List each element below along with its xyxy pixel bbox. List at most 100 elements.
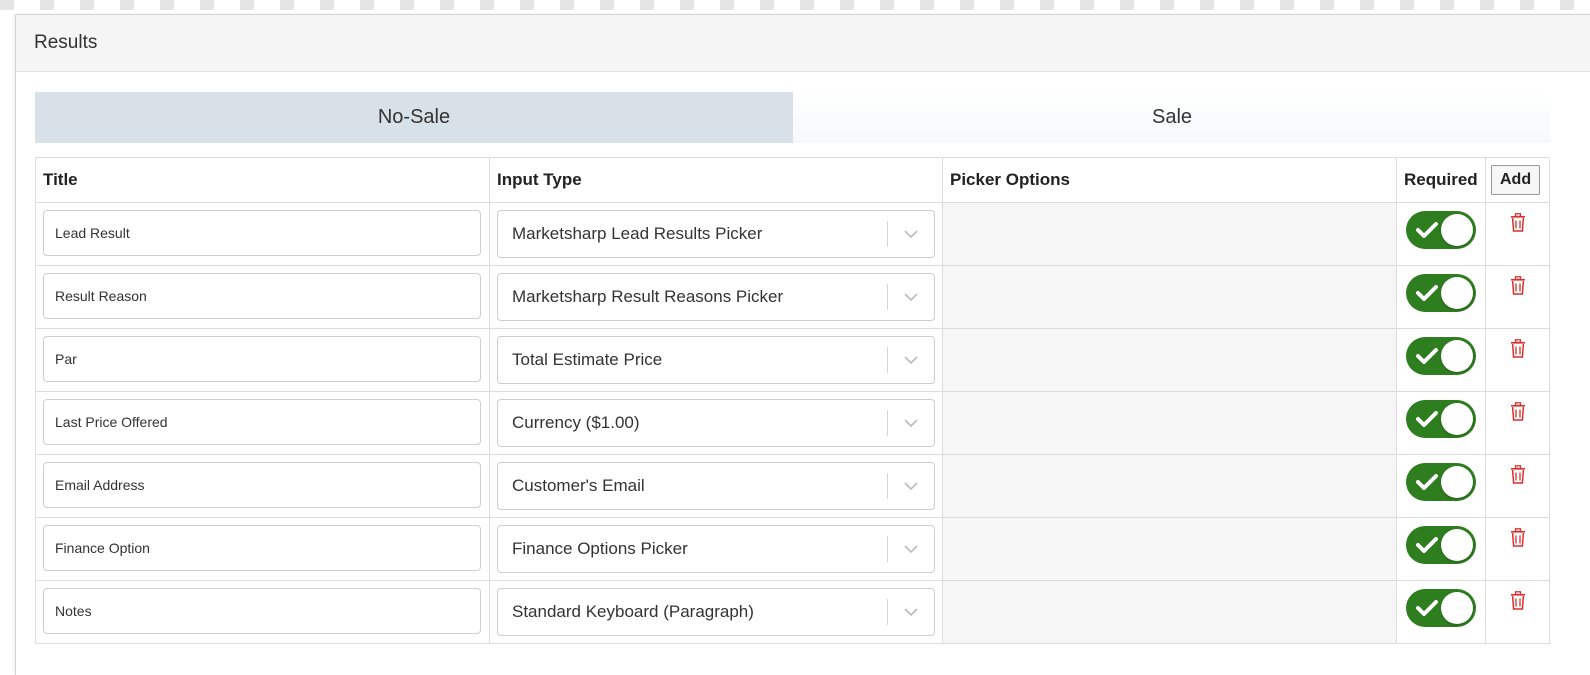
- input-type-cell: Standard Keyboard (Paragraph): [489, 580, 943, 644]
- trash-icon[interactable]: [1510, 465, 1526, 489]
- input-type-cell: Total Estimate Price: [489, 328, 943, 392]
- toggle-knob: [1441, 403, 1473, 435]
- title-input[interactable]: [43, 462, 481, 508]
- chevron-down-icon[interactable]: [888, 274, 934, 320]
- delete-cell: [1485, 391, 1550, 455]
- required-cell: [1396, 265, 1486, 329]
- toggle-knob: [1441, 466, 1473, 498]
- input-type-value: Total Estimate Price: [512, 350, 663, 369]
- check-icon: [1416, 285, 1438, 301]
- picker-options-cell: [942, 391, 1397, 455]
- required-toggle[interactable]: [1406, 400, 1476, 438]
- picker-options-cell: [942, 265, 1397, 329]
- input-type-select[interactable]: Marketsharp Result Reasons Picker: [497, 273, 935, 321]
- trash-icon[interactable]: [1510, 213, 1526, 237]
- input-type-select[interactable]: Marketsharp Lead Results Picker: [497, 210, 935, 258]
- title-input[interactable]: [43, 210, 481, 256]
- tab-no-sale[interactable]: No-Sale: [35, 92, 793, 143]
- title-cell: [35, 202, 490, 266]
- trash-icon[interactable]: [1510, 528, 1526, 552]
- column-header-add: Add: [1485, 157, 1550, 203]
- input-type-value: Standard Keyboard (Paragraph): [512, 602, 754, 621]
- trash-icon[interactable]: [1510, 276, 1526, 300]
- delete-cell: [1485, 328, 1550, 392]
- delete-cell: [1485, 580, 1550, 644]
- chevron-down-icon[interactable]: [888, 463, 934, 509]
- toggle-knob: [1441, 340, 1473, 372]
- table-row: Marketsharp Result Reasons Picker: [35, 265, 1550, 329]
- input-type-select[interactable]: Standard Keyboard (Paragraph): [497, 588, 935, 636]
- input-type-select[interactable]: Customer's Email: [497, 462, 935, 510]
- delete-cell: [1485, 265, 1550, 329]
- title-input[interactable]: [43, 399, 481, 445]
- check-icon: [1416, 411, 1438, 427]
- input-type-cell: Marketsharp Result Reasons Picker: [489, 265, 943, 329]
- title-input[interactable]: [43, 273, 481, 319]
- input-type-cell: Finance Options Picker: [489, 517, 943, 581]
- required-cell: [1396, 328, 1486, 392]
- chevron-down-icon[interactable]: [888, 400, 934, 446]
- chevron-down-icon[interactable]: [888, 589, 934, 635]
- picker-options-cell: [942, 517, 1397, 581]
- input-type-value: Customer's Email: [512, 476, 645, 495]
- table-header-row: Title Input Type Picker Options Required…: [35, 157, 1550, 203]
- chevron-down-icon[interactable]: [888, 337, 934, 383]
- delete-cell: [1485, 454, 1550, 518]
- result-tabs: No-Sale Sale: [35, 92, 1551, 143]
- input-type-select[interactable]: Currency ($1.00): [497, 399, 935, 447]
- title-cell: [35, 391, 490, 455]
- column-header-required: Required: [1396, 157, 1486, 203]
- title-cell: [35, 328, 490, 392]
- column-header-input-type: Input Type: [489, 157, 943, 203]
- table-row: Standard Keyboard (Paragraph): [35, 580, 1550, 644]
- table-row: Customer's Email: [35, 454, 1550, 518]
- title-cell: [35, 580, 490, 644]
- toggle-knob: [1441, 592, 1473, 624]
- check-icon: [1416, 537, 1438, 553]
- picker-options-cell: [942, 454, 1397, 518]
- required-cell: [1396, 517, 1486, 581]
- required-cell: [1396, 580, 1486, 644]
- input-type-cell: Customer's Email: [489, 454, 943, 518]
- check-icon: [1416, 600, 1438, 616]
- title-cell: [35, 265, 490, 329]
- results-panel: Results No-Sale Sale Title Input Type Pi…: [15, 14, 1590, 675]
- panel-header: Results: [16, 15, 1590, 72]
- top-edge-pattern: [0, 0, 1590, 10]
- picker-options-cell: [942, 202, 1397, 266]
- required-toggle[interactable]: [1406, 337, 1476, 375]
- panel-title: Results: [34, 32, 98, 53]
- check-icon: [1416, 222, 1438, 238]
- title-input[interactable]: [43, 336, 481, 382]
- input-type-value: Finance Options Picker: [512, 539, 688, 558]
- input-type-select[interactable]: Total Estimate Price: [497, 336, 935, 384]
- title-input[interactable]: [43, 525, 481, 571]
- picker-options-cell: [942, 328, 1397, 392]
- chevron-down-icon[interactable]: [888, 526, 934, 572]
- column-header-title: Title: [35, 157, 490, 203]
- required-toggle[interactable]: [1406, 274, 1476, 312]
- input-type-value: Marketsharp Result Reasons Picker: [512, 287, 784, 306]
- required-toggle[interactable]: [1406, 463, 1476, 501]
- chevron-down-icon[interactable]: [888, 211, 934, 257]
- required-toggle[interactable]: [1406, 589, 1476, 627]
- required-toggle[interactable]: [1406, 526, 1476, 564]
- required-toggle[interactable]: [1406, 211, 1476, 249]
- trash-icon[interactable]: [1510, 591, 1526, 615]
- required-cell: [1396, 454, 1486, 518]
- table-row: Marketsharp Lead Results Picker: [35, 202, 1550, 266]
- delete-cell: [1485, 517, 1550, 581]
- title-cell: [35, 454, 490, 518]
- delete-cell: [1485, 202, 1550, 266]
- add-field-button[interactable]: Add: [1491, 165, 1541, 195]
- required-cell: [1396, 202, 1486, 266]
- trash-icon[interactable]: [1510, 402, 1526, 426]
- trash-icon[interactable]: [1510, 339, 1526, 363]
- input-type-select[interactable]: Finance Options Picker: [497, 525, 935, 573]
- picker-options-cell: [942, 580, 1397, 644]
- title-input[interactable]: [43, 588, 481, 634]
- tab-sale[interactable]: Sale: [793, 92, 1551, 143]
- toggle-knob: [1441, 277, 1473, 309]
- check-icon: [1416, 474, 1438, 490]
- check-icon: [1416, 348, 1438, 364]
